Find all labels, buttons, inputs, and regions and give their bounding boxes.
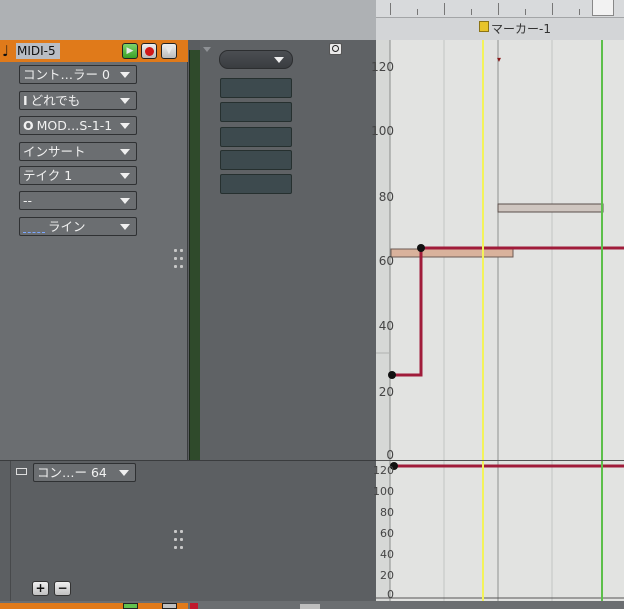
dropdown-arrow-icon bbox=[119, 470, 129, 476]
remove-lane-button[interactable]: − bbox=[54, 581, 71, 596]
lane-tick-label: 60 bbox=[380, 527, 394, 540]
output-select[interactable]: O MOD…S-1-1 bbox=[19, 116, 137, 135]
marker-label: マーカー-1 bbox=[491, 22, 551, 36]
event-display[interactable]: ▾ 120 100 80 60 40 20 0 bbox=[371, 40, 624, 462]
next-track-strip bbox=[0, 601, 624, 609]
record-button[interactable] bbox=[141, 43, 157, 59]
monitor-button[interactable]: ▶ bbox=[122, 43, 138, 59]
locator-handle[interactable] bbox=[592, 0, 614, 16]
chevron-down-icon: ▼ bbox=[165, 46, 173, 56]
lane-tick-label: 80 bbox=[380, 506, 394, 519]
controller-lane-display[interactable]: 120 100 80 60 40 20 0 bbox=[373, 460, 624, 602]
resize-grip-icon[interactable] bbox=[174, 530, 186, 552]
midi-note[interactable] bbox=[497, 203, 604, 213]
automation-line[interactable] bbox=[392, 246, 624, 377]
dropdown-arrow-icon bbox=[120, 72, 130, 78]
play-icon: ▶ bbox=[126, 46, 134, 56]
zoom-icon[interactable] bbox=[329, 43, 342, 55]
line-mode-select[interactable]: ライン bbox=[19, 217, 137, 236]
lane-tick-label: 100 bbox=[373, 485, 394, 498]
record-icon bbox=[144, 46, 154, 56]
axis-tick-label: 120 bbox=[371, 60, 394, 74]
insert-slot[interactable] bbox=[220, 127, 292, 147]
dropdown-arrow-icon bbox=[120, 173, 130, 179]
input-icon: I bbox=[23, 93, 28, 108]
track-menu-button[interactable]: ▼ bbox=[161, 43, 177, 59]
daw-window: マーカー-1 ♩ MIDI-5 ▶ ▼ コント…ラー 0 I どれでも O MOD…… bbox=[0, 0, 624, 609]
scroll-handle[interactable] bbox=[300, 604, 320, 609]
toolbar-area bbox=[0, 0, 376, 40]
track-color-strip bbox=[189, 50, 200, 460]
dropdown-arrow-icon bbox=[120, 149, 130, 155]
insert-preset-select[interactable] bbox=[219, 50, 293, 69]
midi-note[interactable] bbox=[390, 248, 514, 258]
insert-slot[interactable] bbox=[220, 150, 292, 170]
lane-divider bbox=[10, 461, 11, 601]
automation-point[interactable] bbox=[417, 244, 425, 252]
add-lane-button[interactable]: + bbox=[32, 581, 49, 596]
insert-slot[interactable] bbox=[220, 102, 292, 122]
next-track-monitor-button[interactable] bbox=[123, 603, 138, 609]
insert-slot[interactable] bbox=[220, 78, 292, 98]
dropdown-arrow-icon bbox=[120, 198, 130, 204]
dropdown-arrow-icon bbox=[274, 57, 284, 63]
dropdown-arrow-icon bbox=[120, 224, 130, 230]
marker-flag-icon[interactable] bbox=[479, 21, 489, 32]
axis-tick-label: 20 bbox=[378, 385, 394, 399]
axis-tick-label: 100 bbox=[371, 124, 394, 138]
track-header[interactable]: ♩ MIDI-5 ▶ ▼ bbox=[0, 40, 188, 62]
output-icon: O bbox=[23, 118, 34, 133]
lane-icon bbox=[16, 468, 27, 475]
line-icon bbox=[23, 223, 45, 233]
next-track-color bbox=[190, 603, 198, 609]
dropdown-arrow-icon bbox=[120, 98, 130, 104]
lane-tick-label: 0 bbox=[387, 588, 394, 601]
svg-text:▾: ▾ bbox=[497, 55, 501, 64]
resize-grip-icon[interactable] bbox=[174, 249, 186, 271]
next-track-menu-button[interactable] bbox=[162, 603, 177, 609]
record-mode-select[interactable]: インサート bbox=[19, 142, 137, 161]
input-select[interactable]: I どれでも bbox=[19, 91, 137, 110]
preset-select[interactable]: -- bbox=[19, 191, 137, 210]
midi-note-icon: ♩ bbox=[2, 42, 10, 60]
controller-select[interactable]: コント…ラー 0 bbox=[19, 65, 137, 84]
controller-lane-select[interactable]: コン…ー 64 bbox=[33, 463, 136, 482]
controller-lane-middle bbox=[188, 460, 376, 601]
event-graphics: ▾ bbox=[376, 40, 624, 460]
axis-tick-label: 40 bbox=[378, 319, 394, 333]
axis-tick-label: 80 bbox=[378, 190, 394, 204]
automation-point[interactable] bbox=[388, 371, 396, 379]
collapse-arrow-icon[interactable] bbox=[203, 47, 211, 52]
controller-lane-graphics bbox=[376, 461, 624, 602]
take-select[interactable]: テイク 1 bbox=[19, 166, 137, 185]
dropdown-arrow-icon bbox=[120, 123, 130, 129]
lane-tick-label: 40 bbox=[380, 548, 394, 561]
track-name[interactable]: MIDI-5 bbox=[16, 43, 60, 59]
insert-slot[interactable] bbox=[220, 174, 292, 194]
axis-tick-label: 60 bbox=[378, 254, 394, 268]
next-track-header[interactable] bbox=[0, 603, 188, 609]
lane-tick-label: 20 bbox=[380, 569, 394, 582]
lane-tick-label: 120 bbox=[373, 464, 394, 477]
